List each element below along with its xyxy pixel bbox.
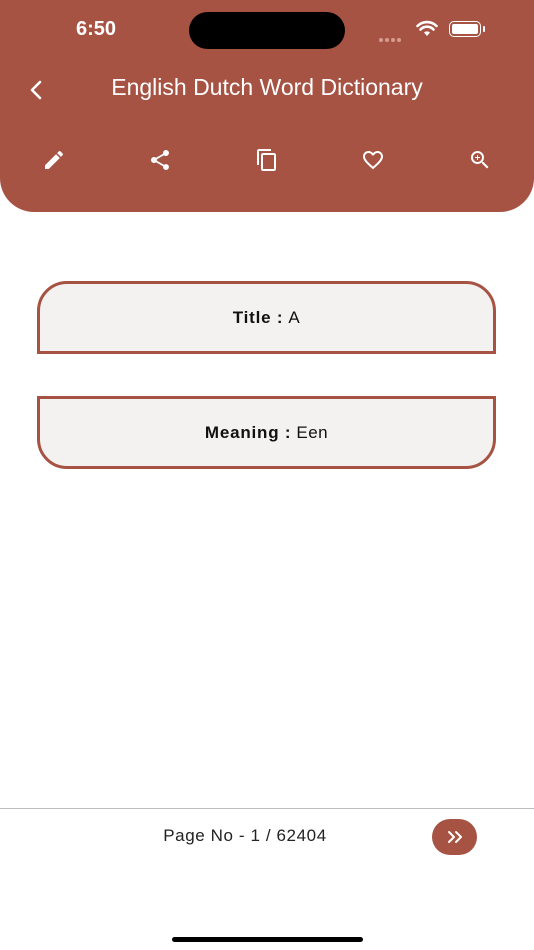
heart-icon xyxy=(363,151,383,170)
edit-button[interactable] xyxy=(35,141,73,179)
toolbar xyxy=(0,141,534,179)
home-indicator[interactable] xyxy=(172,937,363,942)
title-card: Title : A xyxy=(37,281,496,354)
dynamic-island xyxy=(189,12,345,49)
battery-tip xyxy=(483,26,485,32)
share-button[interactable] xyxy=(141,141,179,179)
battery-icon xyxy=(449,21,481,37)
page-number: Page No - 1 / 62404 xyxy=(163,826,327,845)
back-button[interactable] xyxy=(22,76,50,104)
double-chevron-right-icon xyxy=(447,831,462,843)
meaning-label: Meaning : xyxy=(204,422,292,442)
app-header: 6:50 English Dutch Word Dictionary xyxy=(0,0,534,212)
zoom-in-icon xyxy=(471,151,489,169)
copy-button[interactable] xyxy=(248,141,286,179)
footer-divider xyxy=(0,808,534,809)
share-icon xyxy=(150,150,169,170)
chevron-left-icon xyxy=(30,80,42,100)
copy-icon xyxy=(257,149,276,171)
signal-icon xyxy=(379,29,407,42)
favorite-button[interactable] xyxy=(354,141,392,179)
title-label: Title : xyxy=(232,307,284,327)
title-value: A xyxy=(288,307,301,327)
zoom-button[interactable] xyxy=(461,141,499,179)
page-title: English Dutch Word Dictionary xyxy=(111,74,423,100)
edit-icon xyxy=(45,150,64,169)
meaning-card: Meaning : Een xyxy=(37,396,496,469)
status-time: 6:50 xyxy=(76,18,117,40)
wifi-icon xyxy=(416,20,438,36)
next-page-button[interactable] xyxy=(432,819,477,855)
meaning-value: Een xyxy=(296,422,329,442)
